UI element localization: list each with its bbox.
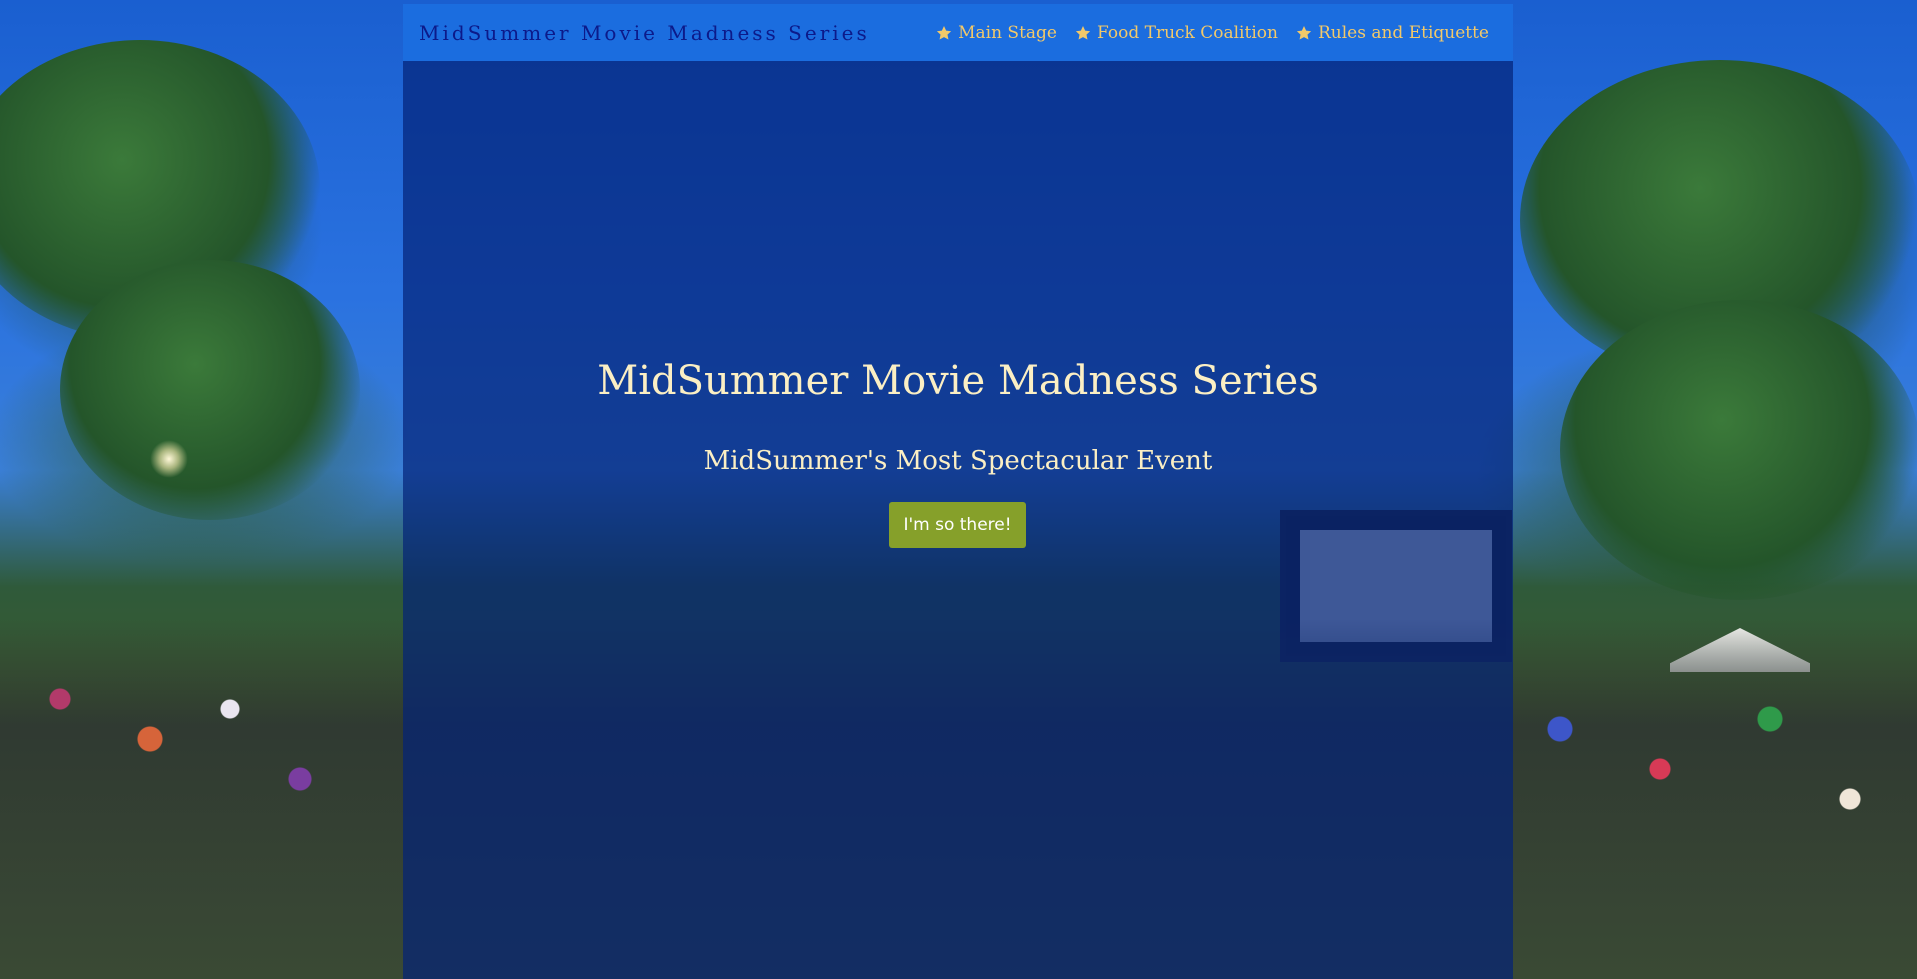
hero-title: MidSummer Movie Madness Series: [597, 358, 1319, 404]
top-navbar: MidSummer Movie Madness Series Main Stag…: [403, 4, 1513, 61]
star-icon: [936, 25, 952, 41]
nav-link-label: Rules and Etiquette: [1317, 22, 1489, 43]
tree-foliage: [60, 260, 360, 520]
nav-links: Main Stage Food Truck Coalition Rules an…: [936, 23, 1489, 43]
nav-link-rules-and-etiquette[interactable]: Rules and Etiquette: [1296, 23, 1489, 43]
star-icon: [1075, 25, 1091, 41]
nav-link-label: Main Stage: [958, 22, 1057, 43]
nav-link-label: Food Truck Coalition: [1096, 22, 1278, 43]
star-icon: [1296, 25, 1312, 41]
rsvp-button[interactable]: I'm so there!: [889, 502, 1026, 548]
hero-section: MidSummer Movie Madness Series MidSummer…: [403, 4, 1513, 979]
main-panel: MidSummer Movie Madness Series Main Stag…: [403, 4, 1513, 979]
tree-foliage: [1560, 300, 1917, 600]
street-lamp: [150, 440, 188, 478]
brand-link[interactable]: MidSummer Movie Madness Series: [419, 21, 870, 45]
hero-subtitle: MidSummer's Most Spectacular Event: [703, 446, 1213, 476]
nav-link-food-truck-coalition[interactable]: Food Truck Coalition: [1075, 23, 1278, 43]
nav-link-main-stage[interactable]: Main Stage: [936, 23, 1057, 43]
